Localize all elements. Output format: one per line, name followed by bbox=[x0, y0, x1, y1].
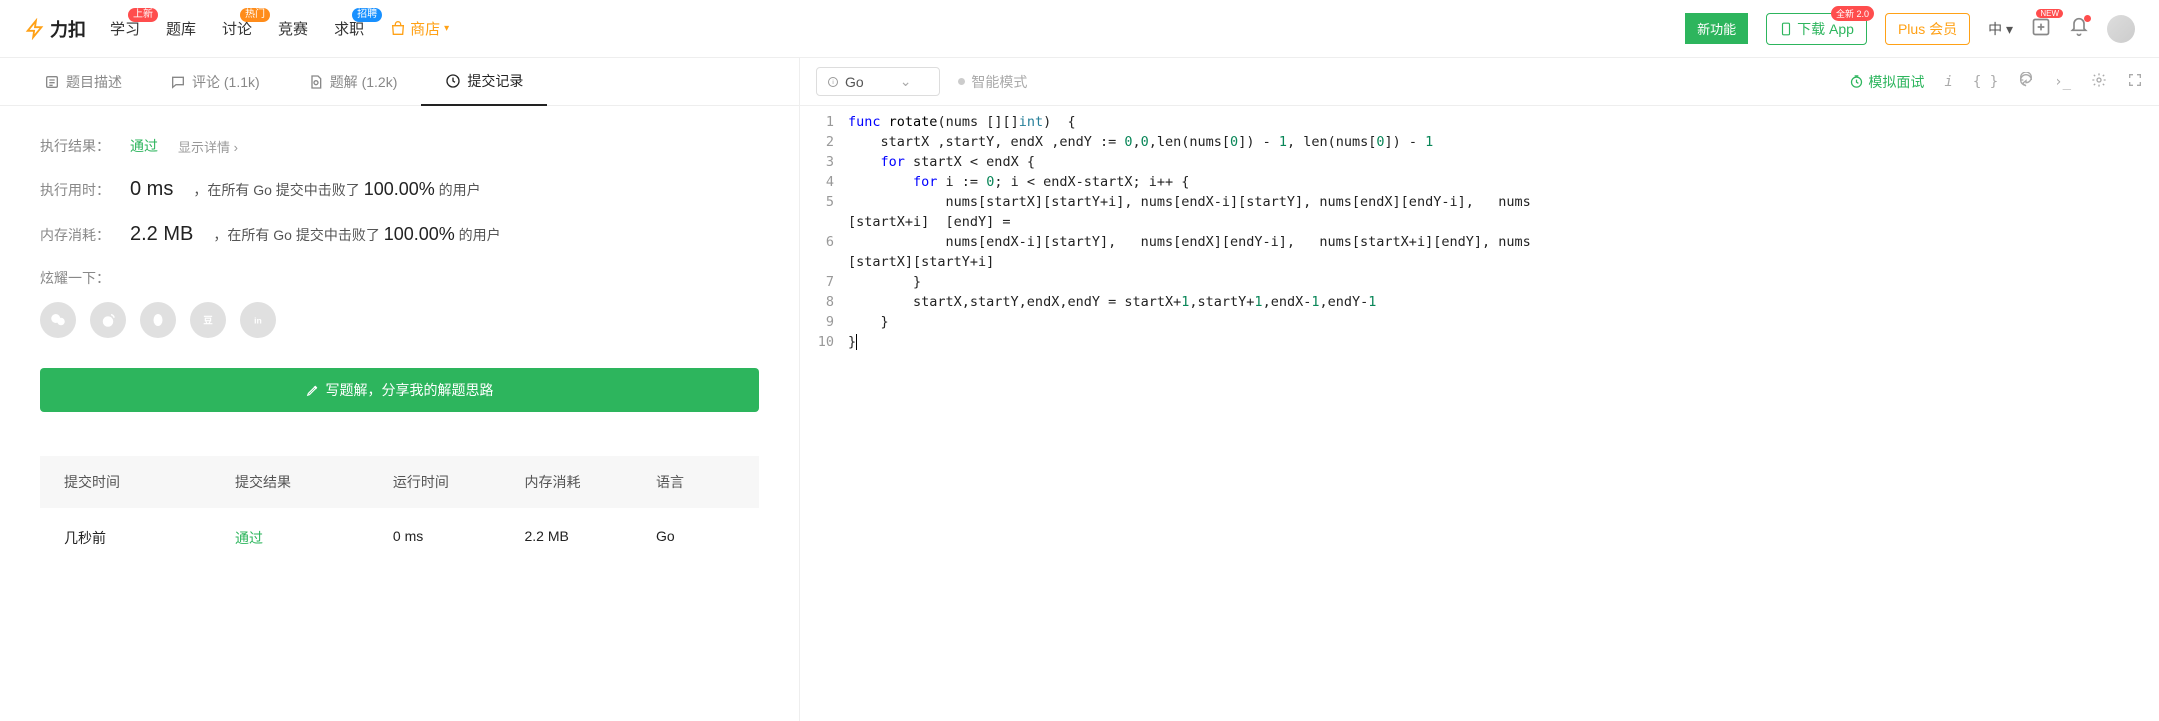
info-icon: i bbox=[827, 76, 839, 88]
avatar[interactable] bbox=[2107, 15, 2135, 43]
nav-item[interactable]: 学习上新 bbox=[110, 18, 140, 39]
code-editor[interactable]: 12345 6 78910 func rotate(nums [][]int) … bbox=[800, 106, 2159, 352]
playground-icon[interactable]: NEW bbox=[2031, 17, 2051, 40]
language-selector[interactable]: 中 ▾ bbox=[1988, 19, 2013, 39]
nav-badge: 热门 bbox=[240, 8, 270, 22]
exec-result-label: 执行结果： bbox=[40, 136, 110, 156]
nav-item[interactable]: 求职招聘 bbox=[334, 18, 364, 39]
logo-text: 力扣 bbox=[50, 16, 86, 42]
tab-0[interactable]: 题目描述 bbox=[20, 58, 146, 106]
col-result-header: 提交结果 bbox=[235, 472, 393, 492]
svg-text:豆: 豆 bbox=[203, 315, 212, 325]
phone-icon bbox=[1779, 22, 1793, 36]
smart-mode[interactable]: 智能模式 bbox=[958, 72, 1027, 92]
console-icon[interactable]: ›_ bbox=[2054, 74, 2071, 90]
history-table: 提交时间 提交结果 运行时间 内存消耗 语言 几秒前通过0 ms2.2 MBGo bbox=[40, 456, 759, 568]
tab-1[interactable]: 评论 (1.1k) bbox=[146, 58, 284, 106]
runtime-value: 0 ms bbox=[130, 178, 173, 201]
col-runtime-header: 运行时间 bbox=[393, 472, 525, 492]
nav-item[interactable]: 题库 bbox=[166, 18, 196, 39]
edit-icon bbox=[306, 383, 320, 397]
write-solution-button[interactable]: 写题解，分享我的解题思路 bbox=[40, 368, 759, 412]
tab-3[interactable]: 提交记录 bbox=[421, 58, 547, 106]
share-label: 炫耀一下： bbox=[40, 268, 759, 288]
nav-item[interactable]: 讨论热门 bbox=[222, 18, 252, 39]
info-tool-icon[interactable]: i bbox=[1944, 74, 1952, 90]
qq-icon[interactable] bbox=[140, 302, 176, 338]
nav-badge: 招聘 bbox=[352, 8, 382, 22]
tabs: 题目描述 评论 (1.1k)题解 (1.2k)提交记录 bbox=[0, 58, 799, 106]
fullscreen-icon[interactable] bbox=[2127, 72, 2143, 92]
clock-icon bbox=[1849, 74, 1864, 89]
settings-icon[interactable] bbox=[2091, 72, 2107, 92]
tab-2[interactable]: 题解 (1.2k) bbox=[284, 58, 422, 106]
weibo-icon[interactable] bbox=[90, 302, 126, 338]
left-panel: 题目描述 评论 (1.1k)题解 (1.2k)提交记录 执行结果： 通过 显示详… bbox=[0, 58, 800, 721]
show-details-link[interactable]: 显示详情 › bbox=[178, 137, 238, 156]
history-header: 提交时间 提交结果 运行时间 内存消耗 语言 bbox=[40, 456, 759, 508]
bell-icon[interactable] bbox=[2069, 17, 2089, 40]
douban-icon[interactable]: 豆 bbox=[190, 302, 226, 338]
download-app-button[interactable]: 下载 App 全新 2.0 bbox=[1766, 13, 1867, 45]
right-panel: i Go ⌄ 智能模式 模拟面试 i { } ›_ bbox=[800, 58, 2159, 721]
shop-link[interactable]: 商店 ▾ bbox=[390, 18, 449, 39]
line-gutter: 12345 6 78910 bbox=[800, 112, 848, 352]
runtime-label: 执行用时： bbox=[40, 180, 110, 200]
undo-icon[interactable] bbox=[2018, 72, 2034, 92]
language-select[interactable]: i Go ⌄ bbox=[816, 67, 940, 96]
history-row[interactable]: 几秒前通过0 ms2.2 MBGo bbox=[40, 508, 759, 568]
svg-text:in: in bbox=[254, 315, 262, 325]
code-content[interactable]: func rotate(nums [][]int) { startX ,star… bbox=[848, 112, 2159, 352]
editor-toolbar: i Go ⌄ 智能模式 模拟面试 i { } ›_ bbox=[800, 58, 2159, 106]
braces-icon[interactable]: { } bbox=[1973, 74, 1998, 90]
mock-interview-button[interactable]: 模拟面试 bbox=[1849, 72, 1924, 92]
plus-member-button[interactable]: Plus 会员 bbox=[1885, 13, 1970, 45]
share-icons: 豆 in bbox=[40, 302, 759, 338]
logo[interactable]: 力扣 bbox=[24, 16, 86, 42]
memory-label: 内存消耗： bbox=[40, 225, 110, 245]
col-time-header: 提交时间 bbox=[64, 472, 235, 492]
col-lang-header: 语言 bbox=[656, 472, 735, 492]
col-memory-header: 内存消耗 bbox=[524, 472, 656, 492]
notification-dot bbox=[2084, 15, 2091, 22]
main: 题目描述 评论 (1.1k)题解 (1.2k)提交记录 执行结果： 通过 显示详… bbox=[0, 58, 2159, 721]
top-right: 新功能 下载 App 全新 2.0 Plus 会员 中 ▾ NEW bbox=[1685, 13, 2135, 45]
nav-badge: 上新 bbox=[128, 8, 158, 22]
nav-item[interactable]: 竞赛 bbox=[278, 18, 308, 39]
smart-mode-dot bbox=[958, 78, 965, 85]
top-nav: 力扣 学习上新 题库 讨论热门 竞赛 求职招聘 商店 ▾ 新功能 下载 App 全新 2.… bbox=[0, 0, 2159, 58]
exec-result-status: 通过 bbox=[130, 136, 158, 156]
logo-icon bbox=[24, 18, 46, 40]
new-feature-badge[interactable]: 新功能 bbox=[1685, 13, 1748, 44]
new-badge: NEW bbox=[2036, 9, 2063, 18]
memory-value: 2.2 MB bbox=[130, 223, 193, 246]
wechat-icon[interactable] bbox=[40, 302, 76, 338]
nav-items: 学习上新 题库 讨论热门 竞赛 求职招聘 商店 ▾ bbox=[110, 18, 449, 39]
linkedin-icon[interactable]: in bbox=[240, 302, 276, 338]
result-area: 执行结果： 通过 显示详情 › 执行用时： 0 ms ，在所有 Go 提交中击败… bbox=[0, 106, 799, 598]
svg-text:i: i bbox=[832, 80, 833, 86]
download-badge: 全新 2.0 bbox=[1831, 6, 1874, 21]
shop-icon bbox=[390, 21, 406, 37]
